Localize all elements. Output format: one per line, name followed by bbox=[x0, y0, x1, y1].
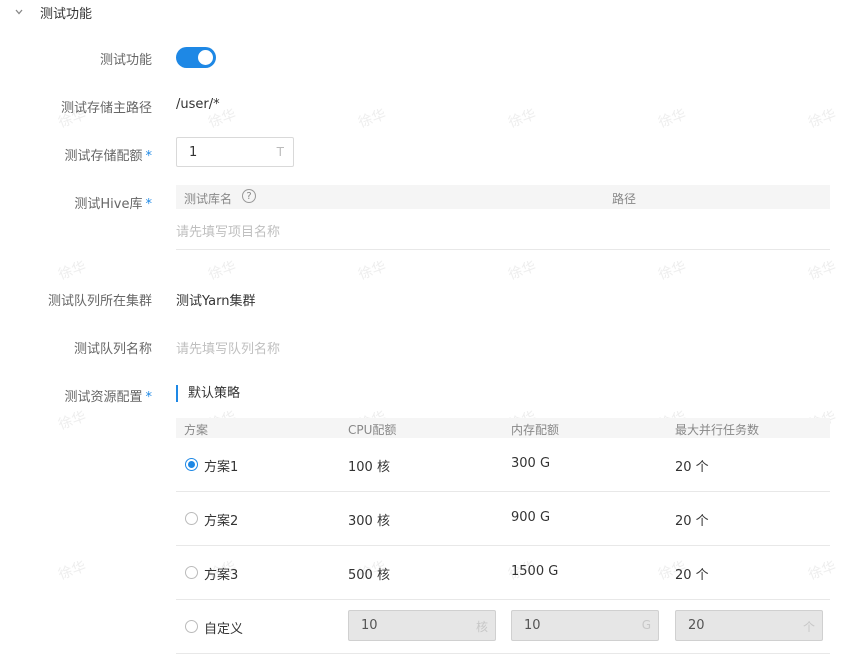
watermark: 徐华 bbox=[506, 258, 539, 284]
parallel-tasks: 20 个 bbox=[675, 460, 709, 475]
storage-quota-unit: T bbox=[276, 145, 284, 159]
header-plan: 方案 bbox=[184, 423, 209, 437]
queue-name-label: 测试队列名称 bbox=[73, 342, 152, 357]
storage-quota-value: 1 bbox=[189, 145, 198, 160]
custom-mem-input[interactable]: 10 G bbox=[511, 610, 659, 641]
table-row[interactable]: 方案2 300 核 900 G 20 个 bbox=[176, 492, 830, 546]
custom-cpu-value: 10 bbox=[361, 618, 378, 633]
header-cpu: CPU配额 bbox=[348, 423, 397, 437]
resource-table: 方案 CPU配额 内存配额 最大并行任务数 方案1 100 核 300 G 20… bbox=[176, 418, 830, 654]
parallel-tasks: 20 个 bbox=[675, 514, 709, 529]
plan-radio[interactable] bbox=[185, 458, 198, 471]
hive-empty-placeholder: 请先填写项目名称 bbox=[176, 225, 281, 240]
queue-cluster-label: 测试队列所在集群 bbox=[47, 294, 152, 309]
chevron-down-icon[interactable] bbox=[12, 5, 26, 19]
storage-quota-input[interactable]: 1 T bbox=[176, 137, 294, 167]
watermark: 徐华 bbox=[206, 258, 239, 284]
cpu-quota: 500 核 bbox=[348, 568, 390, 583]
watermark: 徐华 bbox=[806, 106, 839, 132]
storage-quota-label: 测试存储配额 * bbox=[64, 149, 153, 164]
watermark: 徐华 bbox=[56, 408, 89, 434]
custom-cpu-unit: 核 bbox=[475, 620, 488, 634]
mem-quota: 900 G bbox=[511, 510, 551, 525]
watermark: 徐华 bbox=[656, 258, 689, 284]
storage-path-label: 测试存储主路径 bbox=[60, 101, 152, 116]
watermark: 徐华 bbox=[506, 106, 539, 132]
custom-parallel-unit: 个 bbox=[802, 620, 815, 634]
plan-radio[interactable] bbox=[185, 512, 198, 525]
custom-cpu-input[interactable]: 10 核 bbox=[348, 610, 496, 641]
custom-mem-value: 10 bbox=[524, 618, 541, 633]
table-row[interactable]: 方案3 500 核 1500 G 20 个 bbox=[176, 546, 830, 600]
plan-name: 方案2 bbox=[204, 514, 239, 529]
parallel-tasks: 20 个 bbox=[675, 568, 709, 583]
required-mark: * bbox=[145, 197, 153, 212]
watermark: 徐华 bbox=[56, 258, 89, 284]
resource-table-header: 方案 CPU配额 内存配额 最大并行任务数 bbox=[176, 418, 830, 438]
required-mark: * bbox=[145, 390, 153, 405]
plan-name: 方案1 bbox=[204, 460, 239, 475]
help-icon[interactable]: ? bbox=[242, 189, 256, 203]
storage-path-value: /user/* bbox=[176, 97, 220, 112]
mem-quota: 1500 G bbox=[511, 564, 559, 579]
hive-col-name: 测试库名 bbox=[184, 192, 233, 206]
watermark: 徐华 bbox=[356, 258, 389, 284]
section-title: 测试功能 bbox=[40, 6, 93, 22]
hive-label: 测试Hive库 * bbox=[74, 197, 153, 212]
plan-name: 自定义 bbox=[204, 622, 244, 637]
hive-table-header: 测试库名 ? 路径 bbox=[176, 185, 830, 209]
watermark: 徐华 bbox=[806, 258, 839, 284]
cpu-quota: 300 核 bbox=[348, 514, 390, 529]
hive-table-empty: 请先填写项目名称 bbox=[176, 209, 830, 250]
header-parallel: 最大并行任务数 bbox=[675, 423, 760, 437]
custom-parallel-value: 20 bbox=[688, 618, 705, 633]
header-mem: 内存配额 bbox=[511, 423, 560, 437]
table-row[interactable]: 方案1 100 核 300 G 20 个 bbox=[176, 438, 830, 492]
resource-label: 测试资源配置 * bbox=[64, 390, 153, 405]
table-row-custom[interactable]: 自定义 10 核 10 G 20 个 bbox=[176, 600, 830, 654]
custom-parallel-input[interactable]: 20 个 bbox=[675, 610, 823, 641]
toggle-label: 测试功能 bbox=[99, 53, 152, 68]
queue-cluster-value: 测试Yarn集群 bbox=[176, 294, 256, 309]
strategy-title: 默认策略 bbox=[176, 385, 240, 402]
section-header[interactable]: 测试功能 bbox=[12, 3, 93, 22]
custom-mem-unit: G bbox=[641, 618, 651, 632]
toggle-knob bbox=[198, 50, 213, 65]
hive-col-path: 路径 bbox=[612, 192, 637, 206]
watermark: 徐华 bbox=[356, 106, 389, 132]
watermark: 徐华 bbox=[56, 558, 89, 584]
mem-quota: 300 G bbox=[511, 456, 551, 471]
hive-table: 测试库名 ? 路径 请先填写项目名称 bbox=[176, 185, 830, 250]
required-mark: * bbox=[145, 149, 153, 164]
plan-radio[interactable] bbox=[185, 620, 198, 633]
watermark: 徐华 bbox=[656, 106, 689, 132]
queue-name-input[interactable]: 请先填写队列名称 bbox=[176, 338, 280, 357]
plan-name: 方案3 bbox=[204, 568, 239, 583]
feature-toggle[interactable] bbox=[176, 47, 216, 68]
cpu-quota: 100 核 bbox=[348, 460, 390, 475]
plan-radio[interactable] bbox=[185, 566, 198, 579]
